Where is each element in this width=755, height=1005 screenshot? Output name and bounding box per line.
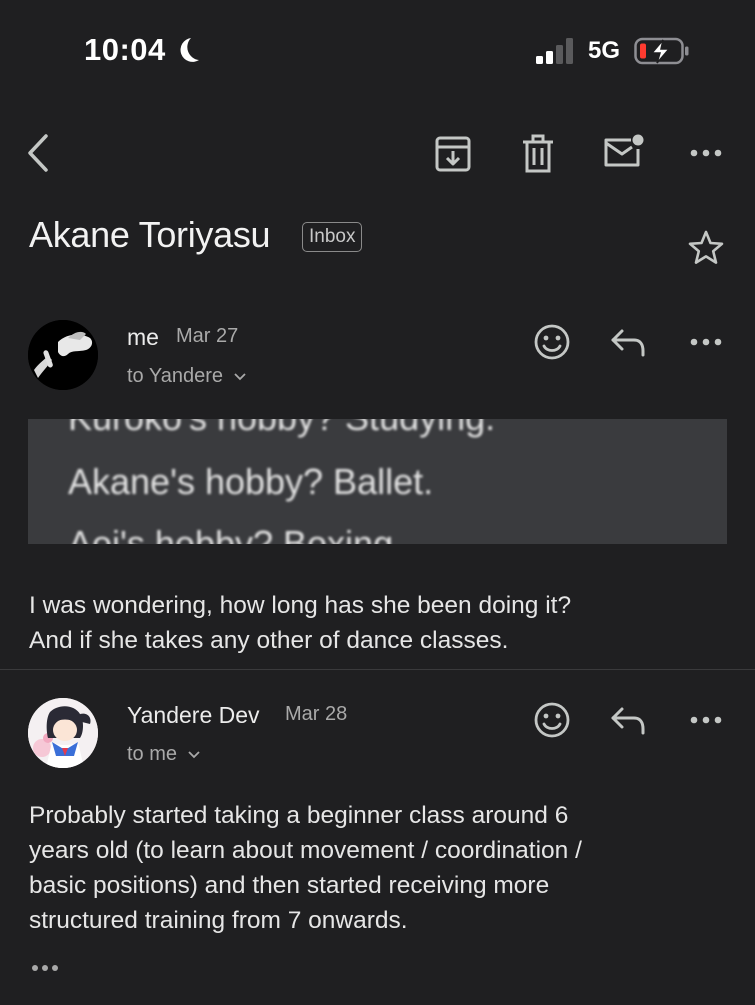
message-body: Probably started taking a beginner class… bbox=[29, 798, 582, 938]
sender-name: me bbox=[127, 324, 159, 350]
avatar[interactable] bbox=[28, 698, 98, 768]
body-line: And if she takes any other of dance clas… bbox=[29, 627, 509, 654]
embedded-image[interactable]: Kuroko's hobby? Studying. Akane's hobby?… bbox=[28, 419, 727, 544]
message-divider bbox=[0, 669, 755, 670]
email-subject: Akane Toriyasu bbox=[29, 214, 271, 255]
body-line: structured training from 7 onwards. bbox=[29, 907, 408, 934]
chevron-down-icon bbox=[187, 751, 200, 759]
star-button[interactable] bbox=[686, 228, 726, 268]
status-time: 10:04 bbox=[84, 32, 166, 67]
body-line: basic positions) and then started receiv… bbox=[29, 872, 550, 899]
add-reaction-button[interactable] bbox=[532, 700, 572, 740]
message-more-button[interactable] bbox=[686, 328, 726, 356]
image-text-line: Kuroko's hobby? Studying. bbox=[68, 419, 495, 439]
label-badge[interactable]: Inbox bbox=[302, 222, 363, 252]
chevron-down-icon bbox=[233, 373, 246, 381]
more-options-button[interactable] bbox=[686, 138, 726, 168]
add-reaction-button[interactable] bbox=[532, 322, 572, 362]
recipient-label: to me bbox=[127, 743, 178, 765]
back-button[interactable] bbox=[22, 130, 58, 176]
reply-button[interactable] bbox=[608, 703, 648, 737]
message-more-button[interactable] bbox=[686, 706, 726, 734]
recipient-label: to Yandere bbox=[127, 365, 224, 387]
body-line: years old (to learn about movement / coo… bbox=[29, 837, 582, 864]
sender-name: Yandere Dev bbox=[127, 702, 260, 728]
message-body: I was wondering, how long has she been d… bbox=[29, 588, 571, 658]
recipient-toggle[interactable]: to Yandere bbox=[127, 365, 247, 388]
signal-bars-icon bbox=[536, 38, 573, 64]
recipient-toggle[interactable]: to me bbox=[127, 743, 201, 766]
moon-icon bbox=[180, 38, 199, 62]
delete-button[interactable] bbox=[518, 133, 558, 175]
avatar[interactable] bbox=[28, 320, 98, 390]
body-line: Probably started taking a beginner class… bbox=[29, 802, 569, 829]
body-line: I was wondering, how long has she been d… bbox=[29, 592, 572, 619]
mark-unread-button[interactable] bbox=[601, 131, 645, 173]
message-date: Mar 28 bbox=[285, 703, 348, 725]
battery-charging-icon bbox=[634, 37, 689, 65]
message-date: Mar 27 bbox=[176, 325, 239, 347]
image-text-line: Akane's hobby? Ballet. bbox=[68, 461, 434, 502]
archive-button[interactable] bbox=[432, 133, 474, 175]
reply-button[interactable] bbox=[608, 325, 648, 359]
network-type: 5G bbox=[588, 37, 621, 64]
show-trimmed-content-button[interactable] bbox=[30, 960, 64, 976]
image-text-line: Aoi's hobby? Boxing. bbox=[68, 523, 404, 544]
